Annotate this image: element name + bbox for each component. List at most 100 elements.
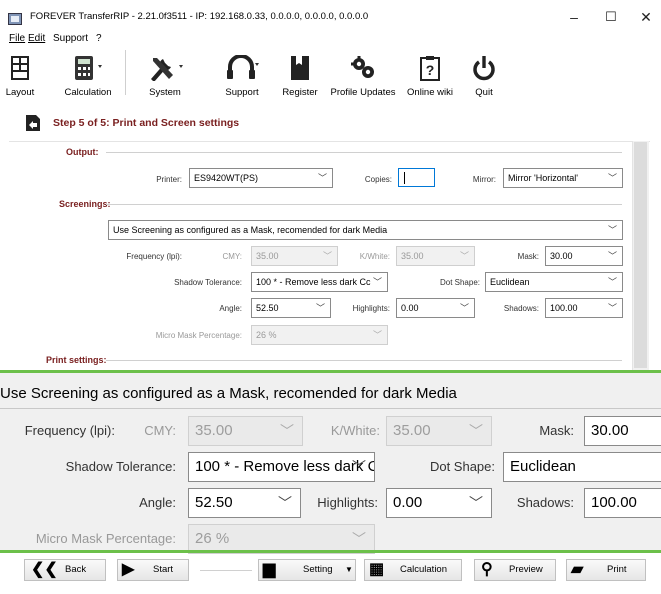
chevron-down-icon: ﹀ xyxy=(459,251,469,261)
preview-search-icon: ⚲ xyxy=(481,561,493,578)
zoom-shadow-tolerance-label: Shadow Tolerance: xyxy=(65,459,176,474)
layout-icon xyxy=(11,56,29,80)
printer-select[interactable]: ES9420WT(PS) ﹀ xyxy=(189,168,333,188)
chevron-down-icon: ﹀ xyxy=(278,495,292,511)
mirror-label: Mirror: xyxy=(472,175,496,184)
kwhite-select[interactable]: 35.00 ﹀ xyxy=(396,246,475,266)
zoom-shadow-tolerance-select[interactable]: 100 * - Remove less dark Cc ﹀ xyxy=(188,452,375,482)
zoom-dot-shape-label: Dot Shape: xyxy=(429,459,495,474)
angle-select[interactable]: 52.50 ﹀ xyxy=(251,298,331,318)
zoom-highlights-label: Highlights: xyxy=(317,495,378,510)
highlights-label: Highlights: xyxy=(352,304,390,313)
micro-mask-label: Micro Mask Percentage: xyxy=(155,331,242,340)
zoom-mask-label: Mask: xyxy=(539,423,574,438)
print-step-icon xyxy=(26,115,40,131)
screenings-divider xyxy=(106,204,622,205)
shadow-tolerance-select[interactable]: 100 * - Remove less dark Cc ﹀ xyxy=(251,272,388,292)
print-button[interactable]: ▰ Print xyxy=(566,559,646,581)
caret-down-icon: ▼ xyxy=(345,565,353,574)
micro-mask-select[interactable]: 26 % ﹀ xyxy=(251,325,388,345)
chevron-down-icon: ﹀ xyxy=(280,423,294,439)
printer-icon: ▆ xyxy=(263,561,276,578)
mask-select[interactable]: 30.00 ﹀ xyxy=(545,246,623,266)
scrollbar-thumb[interactable] xyxy=(634,142,647,368)
close-button[interactable]: ✕ xyxy=(632,7,660,27)
chevron-down-icon: ﹀ xyxy=(352,459,366,475)
menu-file[interactable]: File xyxy=(9,33,25,44)
chevron-down-icon: ﹀ xyxy=(607,173,617,183)
kwhite-label: K/White: xyxy=(359,252,390,261)
maximize-button[interactable]: ☐ xyxy=(597,7,625,27)
register-label: Register xyxy=(282,87,318,98)
menu-support[interactable]: Support xyxy=(53,33,88,44)
chevron-down-icon: ﹀ xyxy=(469,423,483,439)
chevron-down-icon: ﹀ xyxy=(372,330,382,340)
dot-shape-select[interactable]: Euclidean ﹀ xyxy=(485,272,623,292)
back-button[interactable]: ❮❮ Back xyxy=(24,559,106,581)
dot-shape-label: Dot Shape: xyxy=(439,278,480,287)
chevron-down-icon: ﹀ xyxy=(315,303,325,313)
chevron-down-icon: ﹀ xyxy=(317,173,327,183)
chevron-down-icon: ﹀ xyxy=(469,495,483,511)
zoom-mask-select[interactable]: 30.00 xyxy=(584,416,661,446)
double-chevron-left-icon: ❮❮ xyxy=(31,561,58,578)
menu-edit[interactable]: Edit xyxy=(28,33,45,44)
calculation-bottom-button[interactable]: ▦ Calculation xyxy=(364,559,462,581)
register-icon xyxy=(291,56,309,80)
title-bar: FOREVER TransferRIP - 2.21.0f3511 - IP: … xyxy=(0,0,661,31)
chevron-down-icon: ﹀ xyxy=(372,277,382,287)
copies-label: Copies: xyxy=(364,175,392,184)
text-caret xyxy=(404,172,405,184)
zoom-micro-mask-label: Micro Mask Percentage: xyxy=(35,531,176,546)
screenings-section-label: Screenings: xyxy=(59,199,111,209)
step-title: Step 5 of 5: Print and Screen settings xyxy=(53,117,240,129)
support-label: Support xyxy=(225,87,259,98)
chevron-down-icon: ﹀ xyxy=(352,531,366,547)
shadows-select[interactable]: 100.00 ﹀ xyxy=(545,298,623,318)
wiki-help-icon: ? xyxy=(420,56,440,81)
headset-icon xyxy=(227,55,259,79)
print-settings-section-label: Print settings: xyxy=(46,355,107,365)
zoom-angle-label: Angle: xyxy=(139,495,176,510)
frequency-label: Frequency (lpi): xyxy=(126,252,182,261)
zoom-cmy-select[interactable]: 35.00 ﹀ xyxy=(188,416,303,446)
zoom-angle-select[interactable]: 52.50 ﹀ xyxy=(188,488,301,518)
toolbar: Layout Calculation System Support Regist… xyxy=(0,45,661,103)
minimize-button[interactable]: – xyxy=(560,7,588,27)
print-settings-divider xyxy=(106,360,622,361)
zoom-divider xyxy=(0,408,661,409)
play-icon: ▶ xyxy=(122,561,135,578)
chevron-down-icon: ﹀ xyxy=(607,303,617,313)
zoom-cmy-label: CMY: xyxy=(144,423,176,438)
gears-icon xyxy=(351,56,374,78)
layout-label: Layout xyxy=(5,87,35,98)
angle-label: Angle: xyxy=(219,304,242,313)
mask-label: Mask: xyxy=(517,252,539,261)
menu-help[interactable]: ? xyxy=(96,33,102,44)
chevron-down-icon: ﹀ xyxy=(607,277,617,287)
chevron-down-icon: ﹀ xyxy=(322,251,332,261)
screening-mode-select[interactable]: Use Screening as configured as a Mask, r… xyxy=(108,220,623,240)
output-section-label: Output: xyxy=(66,147,99,157)
setting-button[interactable]: ▆ Setting ▼ xyxy=(258,559,356,581)
zoom-highlights-select[interactable]: 0.00 ﹀ xyxy=(386,488,492,518)
zoom-frequency-label: Frequency (lpi): xyxy=(24,423,115,438)
mirror-select[interactable]: Mirror 'Horizontal' ﹀ xyxy=(503,168,623,188)
zoom-shadows-select[interactable]: 100.00 xyxy=(584,488,661,518)
copies-input[interactable] xyxy=(398,168,435,187)
zoom-screening-mode-text[interactable]: Use Screening as configured as a Mask, r… xyxy=(0,385,457,402)
zoom-border-bottom xyxy=(0,550,661,553)
zoom-dot-shape-select[interactable]: Euclidean xyxy=(503,452,661,482)
cmy-select[interactable]: 35.00 ﹀ xyxy=(251,246,338,266)
start-button[interactable]: ▶ Start xyxy=(117,559,189,581)
profile-updates-label: Profile Updates xyxy=(330,87,396,98)
output-divider xyxy=(106,152,622,153)
calculator-icon: ▦ xyxy=(369,561,385,578)
preview-button[interactable]: ⚲ Preview xyxy=(474,559,556,581)
zoom-kwhite-select[interactable]: 35.00 ﹀ xyxy=(386,416,492,446)
highlights-select[interactable]: 0.00 ﹀ xyxy=(396,298,475,318)
printer-label: Printer: xyxy=(156,175,182,184)
svg-text:?: ? xyxy=(426,62,435,78)
app-icon xyxy=(8,13,22,25)
shadow-tolerance-label: Shadow Tolerance: xyxy=(174,278,242,287)
